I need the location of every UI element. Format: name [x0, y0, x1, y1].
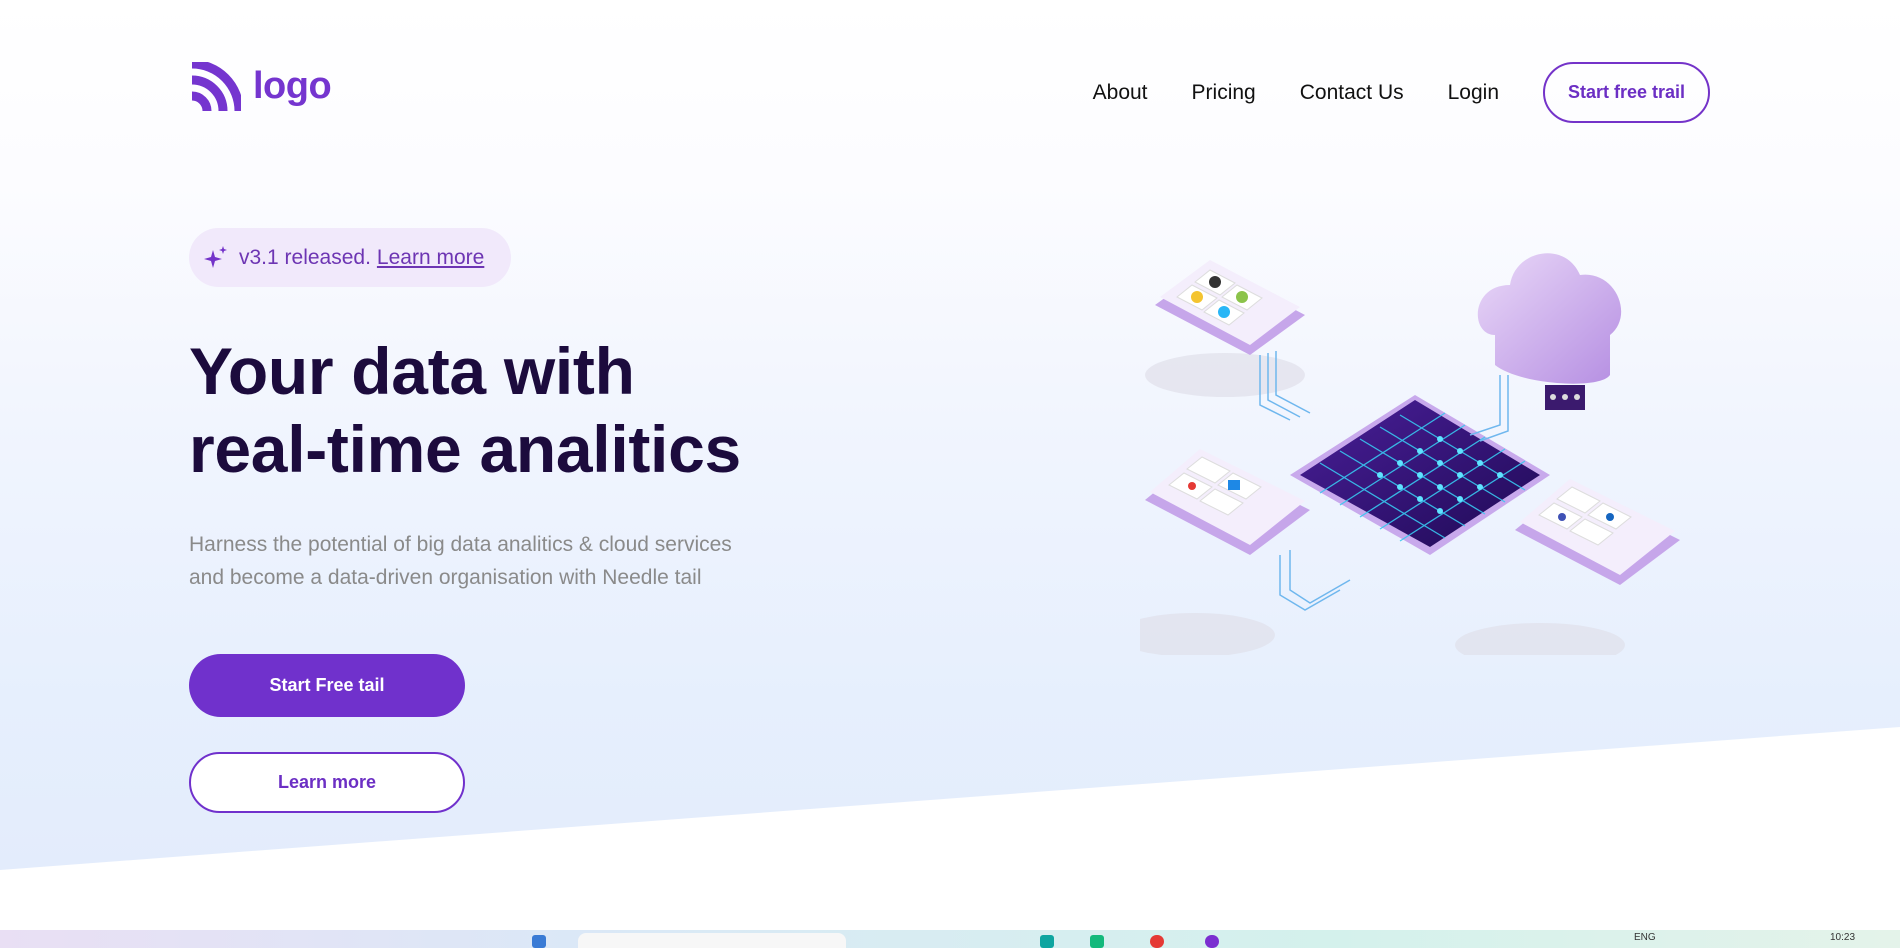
nav-about[interactable]: About	[1093, 81, 1148, 105]
app-icon[interactable]	[1205, 935, 1219, 948]
windows-icon[interactable]	[532, 935, 546, 948]
logo-text: logo	[253, 64, 332, 107]
badge-learn-more-link[interactable]: Learn more	[377, 246, 484, 270]
logo-arcs-icon	[191, 62, 241, 112]
subtext-line-1: Harness the potential of big data analit…	[189, 533, 732, 556]
nav-contact-us[interactable]: Contact Us	[1300, 81, 1404, 105]
browser-icon[interactable]	[1150, 935, 1164, 948]
taskbar-clock: 10:23	[1830, 932, 1856, 943]
os-taskbar: ENG 10:23	[0, 930, 1900, 948]
sparkle-icon	[204, 245, 227, 268]
badge-text: v3.1 released.	[239, 245, 371, 269]
taskbar-lang: ENG	[1634, 932, 1656, 943]
main-nav: About Pricing Contact Us Login Start fre…	[1093, 62, 1710, 123]
learn-more-button[interactable]: Learn more	[189, 752, 465, 813]
nav-login[interactable]: Login	[1448, 81, 1499, 105]
start-free-trial-button[interactable]: Start free trail	[1543, 62, 1710, 123]
subtext-line-2: and become a data-driven organisation wi…	[189, 566, 702, 589]
site-header: logo About Pricing Contact Us Login Star…	[0, 0, 1900, 185]
headline-line-2: real-time analitics	[189, 412, 741, 486]
logo[interactable]: logo	[189, 62, 332, 114]
hero-subtext: Harness the potential of big data analit…	[189, 528, 789, 594]
data-platform-illustration	[1140, 253, 1680, 655]
app-icon[interactable]	[1040, 935, 1054, 948]
taskbar-search[interactable]	[578, 933, 846, 948]
app-icon[interactable]	[1090, 935, 1104, 948]
nav-pricing[interactable]: Pricing	[1192, 81, 1256, 105]
hero-headline: Your data with real-time analitics	[189, 332, 889, 488]
start-free-tail-button[interactable]: Start Free tail	[189, 654, 465, 717]
release-badge: v3.1 released. Learn more	[189, 228, 511, 287]
headline-line-1: Your data with	[189, 334, 635, 408]
